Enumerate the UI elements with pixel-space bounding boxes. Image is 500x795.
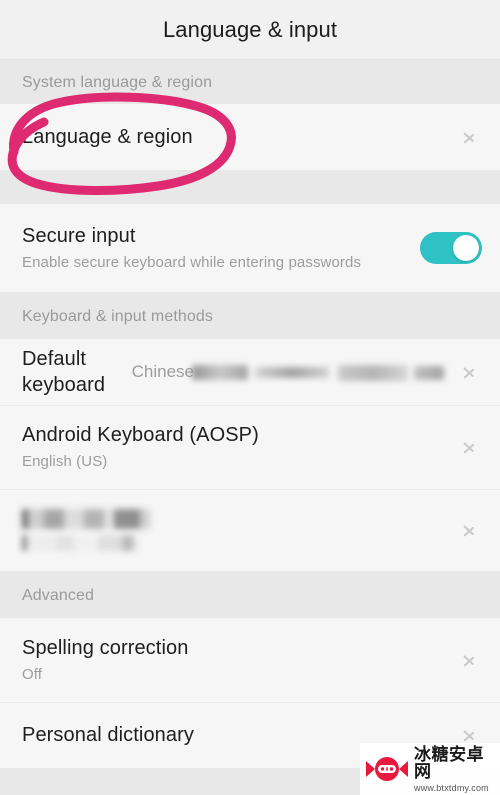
app-title-bar: Language & input [0, 0, 500, 60]
redacted-block [255, 367, 329, 379]
secure-input-toggle[interactable] [420, 232, 482, 264]
row-default-keyboard[interactable]: Default keyboard Chinese [0, 339, 500, 405]
watermark-site-name: 冰糖安卓网 [414, 744, 484, 781]
chevron-right-icon [460, 355, 482, 389]
redacted-block [338, 364, 408, 381]
redacted-subtitle-block [22, 535, 140, 551]
site-watermark: 冰糖安卓网 www.btxtdmy.com [360, 743, 500, 795]
watermark-texts: 冰糖安卓网 www.btxtdmy.com [414, 746, 500, 793]
row-secure-input[interactable]: Secure input Enable secure keyboard whil… [0, 204, 500, 292]
row-redacted-keyboard[interactable] [0, 489, 500, 571]
row-title-language-and-region: Language & region [22, 126, 193, 148]
row-title-secure-input: Secure input [22, 225, 136, 247]
row-spelling-correction[interactable]: Spelling correction Off [0, 618, 500, 702]
row-language-and-region[interactable]: Language & region [0, 104, 500, 170]
default-keyboard-value-text: Chinese [131, 362, 194, 381]
row-title-default-keyboard: Default keyboard [22, 348, 106, 396]
row-value-default-keyboard: Chinese [132, 362, 444, 382]
watermark-candy-ninja-logo-icon [366, 754, 408, 784]
row-texts: Android Keyboard (AOSP) English (US) [22, 422, 454, 472]
section-header-system-language: System language & region [0, 60, 500, 104]
chevron-right-icon [460, 430, 482, 464]
section-list-system-language: Language & region [0, 104, 500, 170]
toggle-knob [453, 235, 479, 261]
row-texts: Secure input Enable secure keyboard whil… [22, 223, 420, 273]
row-title-android-keyboard-aosp: Android Keyboard (AOSP) [22, 424, 259, 446]
redacted-block [414, 365, 444, 380]
row-texts: Spelling correction Off [22, 635, 454, 685]
chevron-right-icon [460, 643, 482, 677]
redacted-title-block [22, 509, 150, 529]
row-subtitle-android-keyboard-aosp: English (US) [22, 453, 108, 470]
page-title: Language & input [162, 16, 338, 42]
row-texts [22, 509, 454, 551]
row-subtitle-spelling-correction: Off [22, 666, 43, 683]
section-header-keyboard-input-methods: Keyboard & input methods [0, 292, 500, 339]
section-list-secure-input: Secure input Enable secure keyboard whil… [0, 204, 500, 292]
section-list-keyboard: Default keyboard Chinese Android Keyboar… [0, 339, 500, 571]
row-android-keyboard-aosp[interactable]: Android Keyboard (AOSP) English (US) [0, 405, 500, 489]
row-title-spelling-correction: Spelling correction [22, 637, 189, 659]
chevron-right-icon [460, 513, 482, 547]
row-texts: Language & region [22, 124, 454, 150]
watermark-site-url: www.btxtdmy.com [414, 782, 489, 793]
chevron-right-icon [460, 120, 482, 154]
redacted-block [192, 365, 248, 381]
row-texts: Default keyboard [22, 346, 132, 398]
section-gap-1 [0, 170, 500, 204]
settings-screen: Language & input System language & regio… [0, 0, 500, 795]
section-header-advanced: Advanced [0, 571, 500, 618]
row-subtitle-secure-input: Enable secure keyboard while entering pa… [22, 254, 362, 271]
